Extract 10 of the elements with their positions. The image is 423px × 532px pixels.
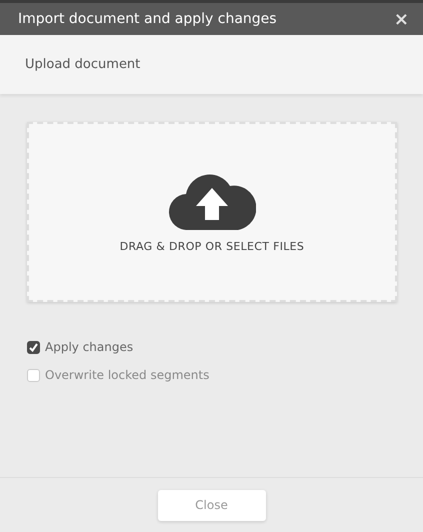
checkbox[interactable] — [27, 340, 40, 354]
window-title: Import document and apply changes — [18, 11, 277, 27]
drop-zone-label: DRAG & DROP OR SELECT FILES — [120, 240, 304, 252]
section-title: Upload document — [25, 57, 140, 72]
checkbox-label: Apply changes — [45, 340, 134, 354]
close-button[interactable]: Close — [158, 490, 266, 520]
close-button[interactable]: × — [394, 8, 409, 30]
cloud-upload-icon — [168, 172, 256, 230]
drop-zone[interactable]: DRAG & DROP OR SELECT FILES — [27, 122, 397, 302]
checkbox-label: Overwrite locked segments — [45, 368, 210, 382]
